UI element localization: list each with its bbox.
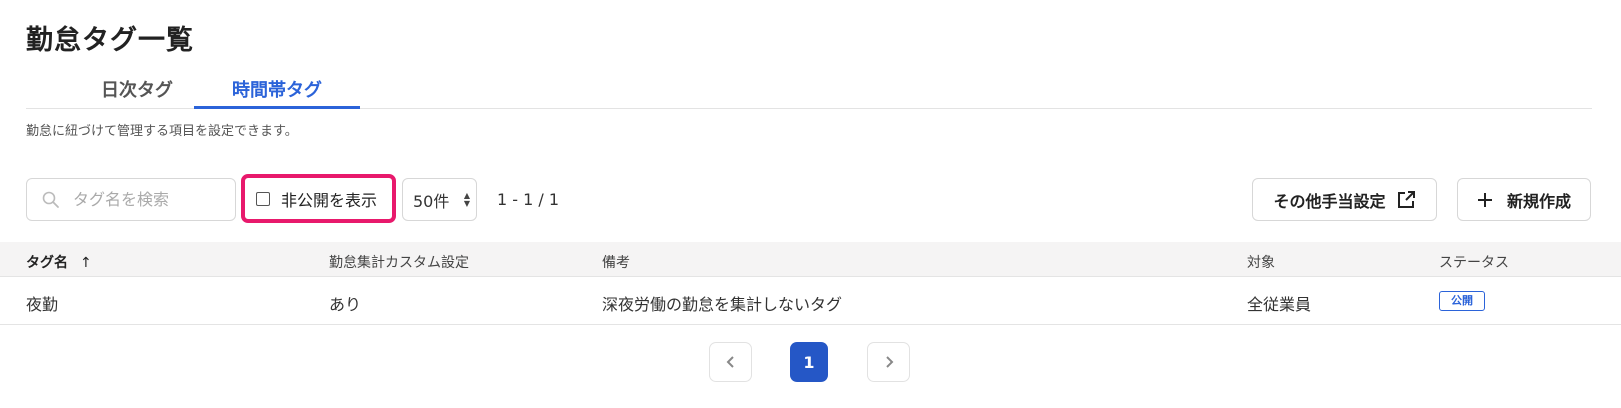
result-range: 1 - 1 / 1: [497, 190, 560, 209]
page: 勤怠タグ一覧 日次タグ 時間帯タグ 勤怠に紐づけて管理する項目を設定できます。 …: [0, 0, 1621, 408]
page-description: 勤怠に紐づけて管理する項目を設定できます。: [26, 124, 298, 139]
next-page-button[interactable]: [867, 342, 910, 382]
cell-note: 深夜労働の勤怠を集計しないタグ: [602, 295, 843, 314]
create-new-label: 新規作成: [1506, 191, 1571, 211]
page-button-current[interactable]: 1: [790, 342, 828, 382]
chevron-left-icon: [726, 356, 734, 368]
plus-icon: [1477, 192, 1493, 208]
per-page-value: 50件: [413, 191, 450, 211]
column-header-status: ステータス: [1439, 255, 1509, 271]
status-badge: 公開: [1439, 291, 1485, 311]
show-hidden-label: 非公開を表示: [281, 190, 378, 210]
per-page-select[interactable]: 50件 ▲ ▼: [402, 178, 477, 221]
column-header-target: 対象: [1247, 255, 1275, 271]
tab-daily-tags[interactable]: 日次タグ: [82, 70, 192, 109]
create-new-button[interactable]: 新規作成: [1457, 178, 1591, 221]
show-hidden-toggle[interactable]: 非公開を表示: [241, 174, 396, 223]
external-link-icon: [1396, 190, 1416, 210]
chevron-right-icon: [885, 356, 893, 368]
column-header-tag-name[interactable]: タグ名 ↑: [26, 252, 92, 272]
sort-asc-icon: ↑: [80, 255, 92, 271]
show-hidden-checkbox[interactable]: [256, 191, 270, 206]
cell-target: 全従業員: [1247, 295, 1312, 314]
tab-time-range-tags[interactable]: 時間帯タグ: [194, 70, 360, 109]
cell-tag-name[interactable]: 夜勤: [26, 291, 58, 315]
page-title: 勤怠タグ一覧: [26, 25, 194, 56]
search-input[interactable]: [73, 190, 233, 209]
select-arrows-icon: ▲ ▼: [463, 191, 470, 208]
cell-custom-setting: あり: [329, 295, 362, 314]
tab-bar: 日次タグ 時間帯タグ: [26, 70, 1592, 109]
other-allowance-settings-label: その他手当設定: [1273, 191, 1386, 211]
search-icon: [41, 190, 61, 210]
table-header: タグ名 ↑ 勤怠集計カスタム設定 備考 対象 ステータス: [0, 242, 1621, 277]
other-allowance-settings-button[interactable]: その他手当設定: [1252, 178, 1437, 221]
prev-page-button[interactable]: [709, 342, 752, 382]
column-header-note: 備考: [602, 255, 630, 271]
column-header-custom-setting: 勤怠集計カスタム設定: [329, 255, 469, 271]
table-row[interactable]: 夜勤 あり 深夜労働の勤怠を集計しないタグ 全従業員 公開: [0, 277, 1621, 325]
search-box[interactable]: [26, 178, 236, 221]
